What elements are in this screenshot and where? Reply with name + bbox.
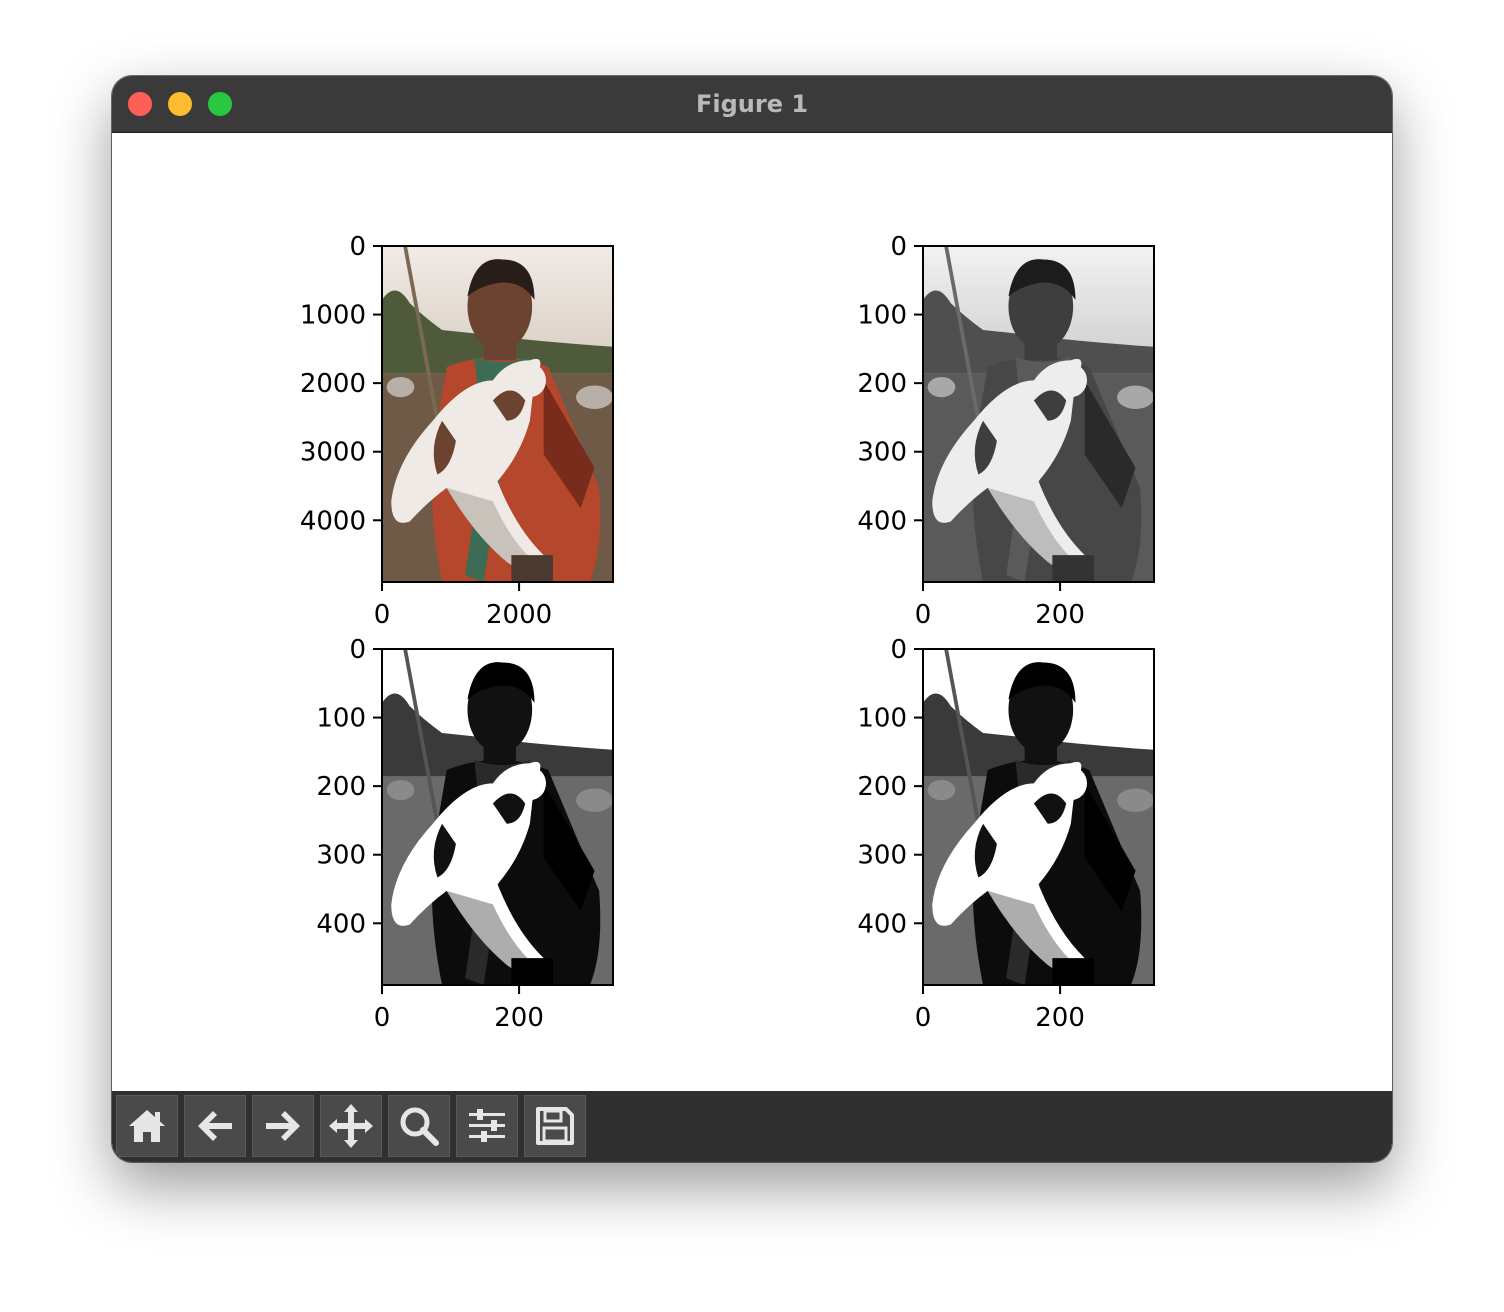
navigation-toolbar [112,1091,1392,1162]
x-tick-label: 200 [1035,1003,1085,1033]
y-tick-label: 3000 [300,438,366,468]
y-tick-label: 100 [316,704,366,734]
forward-arrow-icon [266,1111,300,1141]
figure-canvas[interactable]: 0 1000 2000 3000 4000 0 2000 0 100 200 300 400 0 200 0… [112,133,1392,1091]
y-tick-label: 1000 [300,301,366,331]
x-tick-label: 0 [915,1003,932,1033]
image-subplot: 0 100 200 300 400 0 200 [316,635,614,1033]
y-tick-label: 4000 [300,506,366,536]
x-tick-label: 0 [374,1003,391,1033]
configure-subplots-icon [469,1109,505,1142]
title-bar[interactable]: Figure 1 [112,76,1392,133]
subplot-image [382,246,613,582]
y-tick-label: 200 [857,772,907,802]
subplot-image [923,246,1154,582]
y-tick-label: 400 [857,909,907,939]
subplot-image [382,649,613,985]
y-tick-label: 400 [316,909,366,939]
x-tick-label: 200 [1035,600,1085,630]
figure-window: Figure 1 0 1000 2000 3000 4000 0 2000 0 100 200 30… [112,76,1392,1162]
y-tick-label: 0 [349,635,366,665]
save-floppy-icon [536,1107,574,1145]
home-icon [129,1110,165,1142]
y-tick-label: 0 [349,232,366,262]
y-tick-label: 0 [890,635,907,665]
y-tick-label: 400 [857,506,907,536]
image-subplot: 0 100 200 300 400 0 200 [857,232,1155,630]
back-button[interactable] [184,1095,246,1157]
home-button[interactable] [116,1095,178,1157]
y-tick-label: 200 [316,772,366,802]
back-arrow-icon [198,1111,232,1141]
x-tick-label: 200 [494,1003,544,1033]
x-tick-label: 2000 [486,600,552,630]
y-tick-label: 300 [857,438,907,468]
x-tick-label: 0 [915,600,932,630]
zoom-magnifier-icon [400,1107,439,1146]
y-tick-label: 100 [857,301,907,331]
y-tick-label: 200 [857,369,907,399]
pan-move-icon [329,1104,373,1148]
y-tick-label: 300 [857,841,907,871]
figure-svg: 010002000300040000 200001002003004000 2000… [300,232,1155,1033]
forward-button[interactable] [252,1095,314,1157]
subplot-image [923,649,1154,985]
image-subplot: 0 1000 2000 3000 4000 0 2000 [300,232,614,630]
save-figure-button[interactable] [524,1095,586,1157]
y-tick-label: 0 [890,232,907,262]
y-tick-label: 2000 [300,369,366,399]
image-subplot: 0 100 200 300 400 0 200 [857,635,1155,1033]
y-tick-label: 100 [857,704,907,734]
zoom-button[interactable] [388,1095,450,1157]
x-tick-label: 0 [374,600,391,630]
pan-button[interactable] [320,1095,382,1157]
y-tick-label: 300 [316,841,366,871]
window-title: Figure 1 [695,90,809,118]
configure-subplots-button[interactable] [456,1095,518,1157]
